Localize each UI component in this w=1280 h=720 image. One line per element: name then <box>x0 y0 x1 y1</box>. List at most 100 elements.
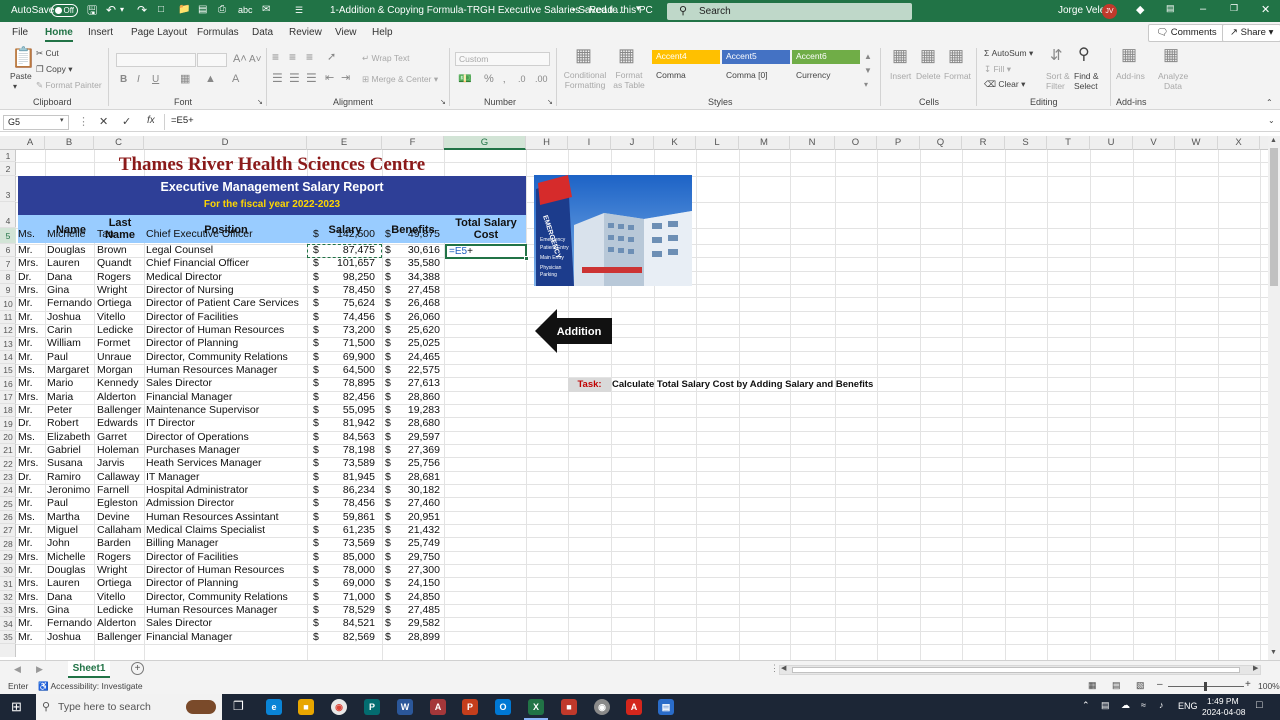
cell-benefits[interactable]: 22,575 <box>392 364 440 377</box>
cell-position[interactable]: Purchases Manager <box>146 444 306 457</box>
cell-salary[interactable]: 71,500 <box>320 337 375 350</box>
cell-first-name[interactable]: Douglas <box>47 244 95 257</box>
cell-title[interactable]: Mr. <box>18 311 45 324</box>
cell-benefits[interactable]: 27,300 <box>392 564 440 577</box>
number-format-combo[interactable]: Custom <box>455 52 550 66</box>
app-icon-3[interactable]: ▤ <box>658 699 674 715</box>
zoom-level[interactable]: 100% <box>1258 681 1280 691</box>
cell-salary[interactable]: 81,942 <box>320 417 375 430</box>
cell-position[interactable]: Legal Counsel <box>146 244 306 257</box>
column-header-s[interactable]: S <box>1005 136 1047 150</box>
row-header-22[interactable]: 22 <box>0 457 16 471</box>
style-accent5[interactable]: Accent5 <box>722 50 790 64</box>
cell-salary[interactable]: 75,624 <box>320 297 375 310</box>
cell-last-name[interactable]: Garret <box>97 431 145 444</box>
cell-first-name[interactable]: Robert <box>47 417 95 430</box>
align-middle-icon[interactable]: ≡ <box>289 50 296 64</box>
align-left-icon[interactable]: ☰ <box>272 71 283 85</box>
style-accent6[interactable]: Accent6 <box>792 50 860 64</box>
cell-position[interactable]: Director of Facilities <box>146 311 306 324</box>
cell-benefits[interactable]: 29,582 <box>392 617 440 630</box>
row-header-14[interactable]: 14 <box>0 351 16 364</box>
tab-home[interactable]: Home <box>45 27 73 42</box>
zoom-in-icon[interactable]: + <box>1245 679 1251 690</box>
column-header-r[interactable]: R <box>962 136 1005 150</box>
collapse-ribbon-icon[interactable]: ⌃ <box>1266 98 1273 107</box>
cell-last-name[interactable]: Edwards <box>97 417 145 430</box>
format-painter-button[interactable]: ✎ Format Painter <box>36 80 102 91</box>
notifications-icon[interactable]: □ <box>1256 699 1263 711</box>
cell-benefits[interactable]: 19,283 <box>392 404 440 417</box>
row-header-1[interactable]: 1 <box>0 150 16 162</box>
cell-last-name[interactable]: Ballenger <box>97 404 145 417</box>
cell-salary[interactable]: 101,657 <box>320 257 375 270</box>
cell-salary[interactable]: 78,895 <box>320 377 375 390</box>
cell-salary[interactable]: 142,500 <box>320 228 375 241</box>
tray-expand-icon[interactable]: ⌃ <box>1082 700 1090 711</box>
outlook-icon[interactable]: O <box>495 699 511 715</box>
onedrive-icon[interactable]: ☁ <box>1121 700 1130 711</box>
worksheet-grid[interactable]: ABCDEFGHIJKLMNOPQRSTUVWX 1 2 3 4 5 6 7 8 9 10 11 12… <box>0 136 1268 660</box>
network-icon[interactable]: ▤ <box>1101 700 1110 711</box>
font-launcher-icon[interactable]: ↘ <box>257 98 263 106</box>
cell-last-name[interactable]: Callaway <box>97 471 145 484</box>
ribbon-display-icon[interactable]: ▤ <box>1166 3 1175 14</box>
cell-position[interactable]: Medical Director <box>146 271 306 284</box>
cell-position[interactable]: Director of Human Resources <box>146 324 306 337</box>
cell-title[interactable]: Mr. <box>18 297 45 310</box>
cell-benefits[interactable]: 27,369 <box>392 444 440 457</box>
sort-filter-button[interactable]: Sort & Filter <box>1046 71 1070 91</box>
cell-salary[interactable]: 82,569 <box>320 631 375 644</box>
cell-first-name[interactable]: Martha <box>47 511 95 524</box>
autosave-toggle[interactable]: Off <box>51 4 78 17</box>
cell-benefits[interactable]: 20,951 <box>392 511 440 524</box>
cell-last-name[interactable]: Jarvis <box>97 457 145 470</box>
cell-salary[interactable]: 86,234 <box>320 484 375 497</box>
cell-title[interactable]: Dr. <box>18 271 45 284</box>
expand-formula-bar-icon[interactable]: ⌄ <box>1268 116 1275 125</box>
row-header-29[interactable]: 29 <box>0 551 16 564</box>
new-file-icon[interactable]: □ <box>158 3 164 17</box>
cell-first-name[interactable]: Fernando <box>47 297 95 310</box>
cell-last-name[interactable]: Brown <box>97 244 145 257</box>
increase-indent-icon[interactable]: ⇥ <box>341 71 350 85</box>
cell-salary[interactable]: 61,235 <box>320 524 375 537</box>
cell-benefits[interactable]: 27,458 <box>392 284 440 297</box>
cell-title[interactable]: Ms. <box>18 511 45 524</box>
analyze-data-icon[interactable]: ▦ <box>1163 46 1179 63</box>
cell-salary[interactable]: 59,861 <box>320 511 375 524</box>
tab-split-icon[interactable]: ⋮ <box>770 663 779 674</box>
edge-icon[interactable]: e <box>266 699 282 715</box>
fill-handle[interactable] <box>524 256 529 261</box>
row-header-15[interactable]: 15 <box>0 364 16 377</box>
row-header-12[interactable]: 12 <box>0 324 16 337</box>
tab-insert[interactable]: Insert <box>88 27 113 38</box>
cell-salary[interactable]: 55,095 <box>320 404 375 417</box>
cell-title[interactable]: Mr. <box>18 524 45 537</box>
cell-title[interactable]: Mr. <box>18 337 45 350</box>
quick-print-icon[interactable]: ⎙ <box>218 3 226 17</box>
row-header-26[interactable]: 26 <box>0 511 16 524</box>
decrease-indent-icon[interactable]: ⇤ <box>325 71 334 85</box>
delete-cells-icon[interactable]: ▦ <box>920 47 936 64</box>
cell-last-name[interactable]: Vitello <box>97 591 145 604</box>
acrobat-icon[interactable]: A <box>626 699 642 715</box>
cell-benefits[interactable]: 29,750 <box>392 551 440 564</box>
cell-position[interactable]: Director of Facilities <box>146 551 306 564</box>
tab-page-layout[interactable]: Page Layout <box>131 27 187 38</box>
format-button[interactable]: Format <box>944 71 971 81</box>
tab-data[interactable]: Data <box>252 27 273 38</box>
cell-benefits[interactable]: 27,460 <box>392 497 440 510</box>
cell-benefits[interactable]: 27,613 <box>392 377 440 390</box>
cell-benefits[interactable]: 28,860 <box>392 391 440 404</box>
clear-button[interactable]: ⌫ Clear ▾ <box>984 79 1025 90</box>
row-header-31[interactable]: 31 <box>0 577 16 591</box>
name-box-dropdown-icon[interactable]: ▾ <box>60 116 64 124</box>
comma-style-icon[interactable]: ‚ <box>503 72 505 86</box>
style-comma-0[interactable]: Comma [0] <box>722 69 790 83</box>
find-select-button[interactable]: Find & Select <box>1074 71 1106 91</box>
column-header-q[interactable]: Q <box>920 136 962 150</box>
row-header-27[interactable]: 27 <box>0 524 16 537</box>
row-header-8[interactable]: 8 <box>0 271 16 284</box>
cancel-icon[interactable]: ✕ <box>99 115 108 128</box>
